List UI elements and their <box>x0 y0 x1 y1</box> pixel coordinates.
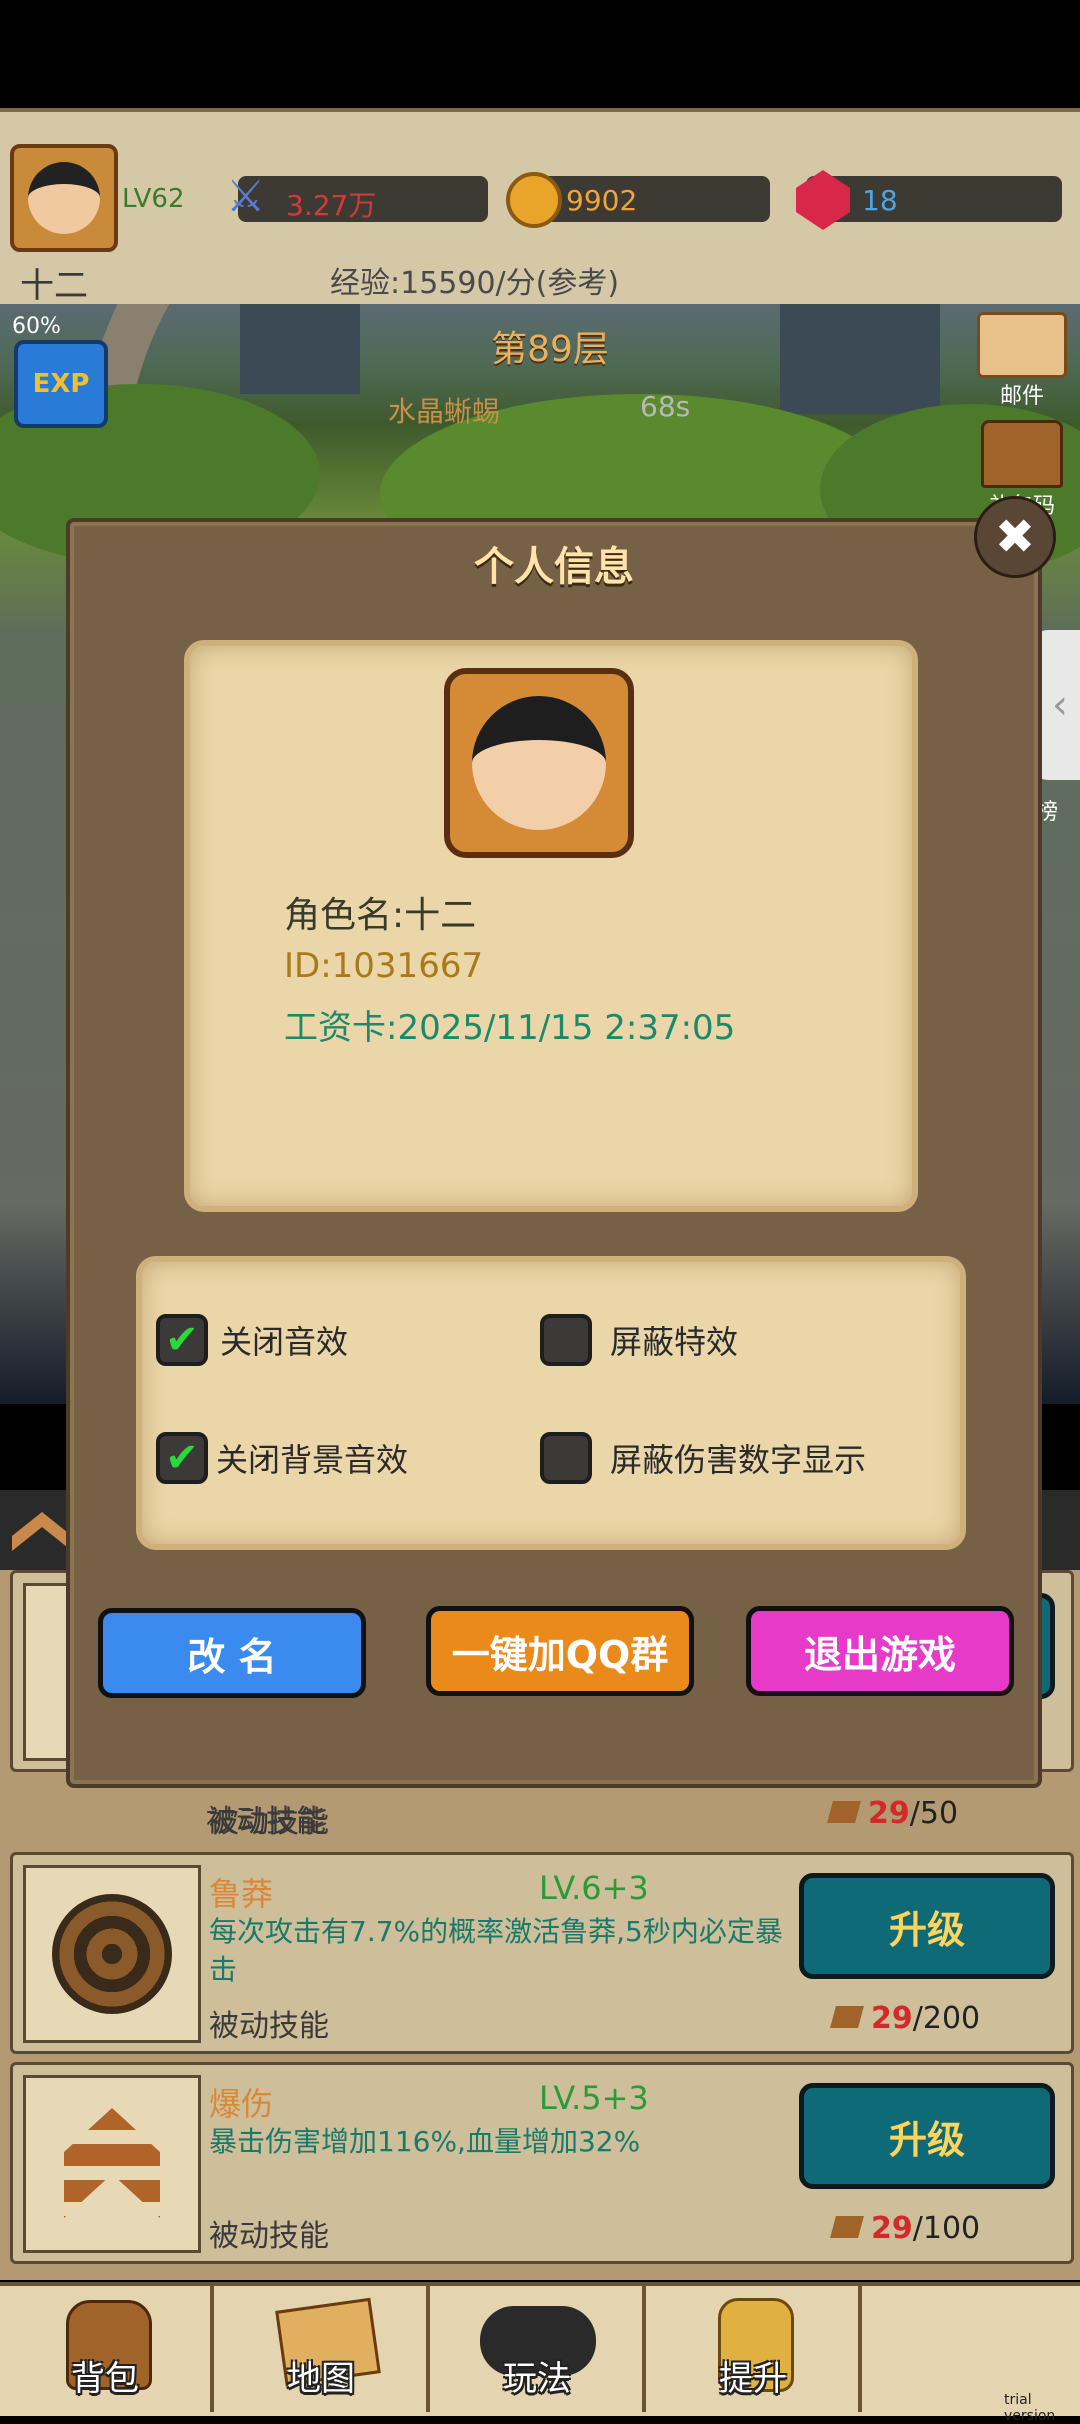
player-status-bar: LV62 ⚔ 3.27万 9902 18 十二 经验:15590/分(参考) <box>0 108 1080 314</box>
skill-row: 鲁莽 LV.6+3 每次攻击有7.7%的概率激活鲁莽,5秒内必定暴击 被动技能 … <box>10 1852 1074 2054</box>
skill-name: 鲁莽 <box>209 1875 274 1913</box>
upgrade-button[interactable]: 升级 <box>799 1873 1055 1979</box>
settings-panel: ✔ 关闭音效 屏蔽特效 ✔ 关闭背景音效 屏蔽伤害数字显示 <box>136 1256 966 1550</box>
skill-desc: 每次攻击有7.7%的概率激活鲁莽,5秒内必定暴击 <box>209 1915 783 1986</box>
cost-have: 29 <box>868 1796 910 1831</box>
treasure-chest-icon <box>981 420 1063 488</box>
book-icon <box>827 1801 861 1823</box>
dialog-title: 个人信息 <box>474 544 634 590</box>
option-hide-effects[interactable]: 屏蔽特效 <box>540 1314 738 1366</box>
wave-timer: 68s <box>640 390 691 423</box>
profile-dialog: 个人信息 角色名:十二 ID:1031667 工资卡:2025/11/15 2:… <box>66 518 1042 1788</box>
skill-desc: 暴击伤害增加116%,血量增加32% <box>209 2125 641 2158</box>
gold-coin-icon <box>506 172 562 228</box>
checkbox-checked[interactable]: ✔ <box>156 1314 208 1366</box>
book-icon <box>830 2216 864 2238</box>
salary-card: 工资卡:2025/11/15 2:37:05 <box>284 1008 736 1048</box>
rename-button[interactable]: 改 名 <box>98 1608 366 1698</box>
option-mute-bgm[interactable]: ✔ 关闭背景音效 <box>156 1432 408 1484</box>
skill-icon <box>23 2075 201 2253</box>
skill-level: LV.5+3 <box>539 2079 649 2117</box>
target-dagger-icon <box>52 1894 172 2014</box>
mail-label: 邮件 <box>999 384 1044 409</box>
skill-row: 爆伤 LV.5+3 暴击伤害增加116%,血量增加32% 被动技能 升级 29/… <box>10 2062 1074 2264</box>
skill-cost-0: 29/50 <box>827 1796 959 1831</box>
checkmark-icon: ✔ <box>165 1317 199 1363</box>
skill-type-0: 被动技能 <box>206 1804 326 1839</box>
floor-number: 第89层 <box>491 329 609 370</box>
exp-rate: 经验:15590/分(参考) <box>330 266 620 301</box>
option-mute-sfx[interactable]: ✔ 关闭音效 <box>156 1314 348 1366</box>
chevron-left-icon: ‹ <box>1052 682 1068 728</box>
cost-need: /50 <box>909 1796 959 1831</box>
profile-card: 角色名:十二 ID:1031667 工资卡:2025/11/15 2:37:05 <box>184 640 918 1212</box>
player-level: LV62 <box>122 184 185 214</box>
exp-badge-label: EXP <box>32 369 90 399</box>
nav-label: 地图 <box>287 2359 355 2399</box>
close-button[interactable]: ✖ <box>974 496 1056 578</box>
cost-need: /100 <box>912 2211 981 2246</box>
option-label: 屏蔽特效 <box>610 1323 739 1361</box>
cost-need: /200 <box>912 2001 981 2036</box>
skill-level: LV.6+3 <box>539 1869 649 1907</box>
triple-chevron-up-icon <box>64 2108 160 2218</box>
checkbox-unchecked[interactable] <box>540 1314 592 1366</box>
nav-label: 提升 <box>719 2359 787 2399</box>
nav-map[interactable]: 地图 <box>216 2286 430 2412</box>
cost-have: 29 <box>871 2211 913 2246</box>
close-icon: ✖ <box>994 509 1036 565</box>
checkmark-icon: ✔ <box>165 1435 199 1481</box>
option-label: 屏蔽伤害数字显示 <box>610 1441 867 1479</box>
player-name: 十二 <box>20 266 88 306</box>
skill-cost: 29/100 <box>830 2211 981 2246</box>
cost-have: 29 <box>871 2001 913 2036</box>
exp-boost-button[interactable]: EXP <box>14 340 108 428</box>
nav-upgrade[interactable]: 提升 <box>648 2286 862 2412</box>
gold-value: 9902 <box>566 184 638 217</box>
crossed-swords-icon: ⚔ <box>226 171 266 222</box>
hero-face-icon <box>472 696 606 830</box>
nav-gameplay[interactable]: 玩法 <box>432 2286 646 2412</box>
gem-value: 18 <box>862 184 898 217</box>
exit-game-button[interactable]: 退出游戏 <box>746 1606 1014 1696</box>
checkbox-checked[interactable]: ✔ <box>156 1432 208 1484</box>
avatar-face-icon <box>28 162 100 234</box>
profile-avatar <box>444 668 634 858</box>
bottom-nav: 背包 地图 玩法 提升 trial version <box>0 2282 1080 2424</box>
join-qq-button[interactable]: 一键加QQ群 <box>426 1606 694 1696</box>
role-name: 角色名:十二 <box>284 895 477 936</box>
skill-cost: 29/200 <box>830 2001 981 2036</box>
skill-type: 被动技能 <box>209 2009 329 2044</box>
book-icon <box>830 2006 864 2028</box>
exp-boost-percent: 60% <box>12 314 61 339</box>
skill-type: 被动技能 <box>209 2219 329 2254</box>
checkbox-unchecked[interactable] <box>540 1432 592 1484</box>
nav-label: 玩法 <box>503 2359 571 2399</box>
mail-button[interactable]: 邮件 <box>974 312 1070 412</box>
option-label: 关闭音效 <box>220 1323 349 1361</box>
skill-name: 爆伤 <box>209 2085 274 2123</box>
watermark: trial version <box>1004 2392 1056 2424</box>
ruins-bg <box>780 304 940 414</box>
nav-backpack[interactable]: 背包 <box>0 2286 214 2412</box>
enemy-name: 水晶蜥蜴 <box>388 395 501 428</box>
envelope-icon <box>977 312 1067 378</box>
option-label: 关闭背景音效 <box>216 1441 409 1479</box>
nav-label: 背包 <box>71 2359 139 2399</box>
player-avatar[interactable] <box>10 144 118 252</box>
player-id: ID:1031667 <box>284 946 484 986</box>
option-hide-damage[interactable]: 屏蔽伤害数字显示 <box>540 1432 866 1484</box>
skill-icon <box>23 1865 201 2043</box>
chevron-up-icon[interactable] <box>12 1512 72 1551</box>
upgrade-button[interactable]: 升级 <box>799 2083 1055 2189</box>
power-value: 3.27万 <box>286 189 377 222</box>
